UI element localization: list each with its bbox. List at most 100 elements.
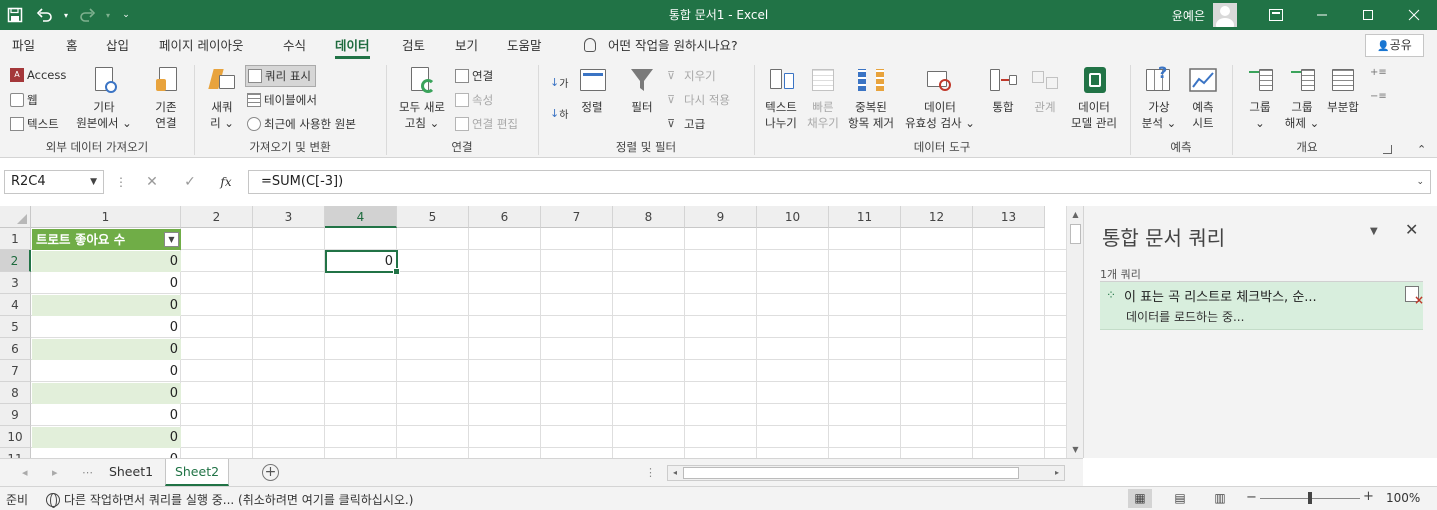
zoom-level[interactable]: 100% (1386, 491, 1420, 505)
sort-button[interactable]: 정렬 (573, 65, 611, 115)
user-name[interactable]: 윤예은 (1172, 7, 1205, 24)
row-header[interactable]: 9 (0, 404, 31, 426)
from-text-button[interactable]: 텍스트 (10, 116, 59, 132)
table-cell[interactable]: 0 (32, 405, 181, 426)
other-sources-button[interactable]: 기타 원본에서 ⌄ (72, 65, 136, 131)
column-header[interactable]: 10 (757, 206, 829, 228)
data-model-button[interactable]: 데이터 모델 관리 (1064, 65, 1124, 131)
formula-input[interactable]: =SUM(C[-3]) ⌄ (248, 170, 1431, 194)
row-header[interactable]: 10 (0, 426, 31, 448)
tab-help[interactable]: 도움말 (507, 30, 542, 61)
forecast-sheet-button[interactable]: 예측 시트 (1184, 65, 1222, 131)
sheet-tab-sheet2[interactable]: Sheet2 (165, 459, 229, 486)
row-header[interactable]: 2 (0, 250, 31, 272)
data-validation-button[interactable]: 데이터 유효성 검사 ⌄ (900, 65, 980, 131)
close-button[interactable] (1391, 0, 1437, 30)
column-header[interactable]: 12 (901, 206, 973, 228)
column-header[interactable]: 1 (31, 206, 181, 228)
properties-button[interactable]: 속성 (455, 92, 493, 108)
group-button[interactable]: 그룹 ⌄ (1240, 65, 1280, 131)
scroll-left-icon[interactable]: ◂ (668, 466, 682, 480)
scroll-down-icon[interactable]: ▼ (1068, 442, 1083, 457)
collapse-ribbon-icon[interactable]: ⌃ (1417, 143, 1426, 156)
reapply-button[interactable]: ⊽ 다시 적용 (667, 92, 730, 108)
background-query-status[interactable]: 다른 작업하면서 쿼리를 실행 중... (취소하려면 여기를 클릭하십시오.) (46, 491, 413, 508)
undo-dropdown-icon[interactable]: ▾ (60, 0, 72, 30)
sort-descending-button[interactable]: ↓ 하 (550, 106, 568, 121)
column-header[interactable]: 9 (685, 206, 757, 228)
remove-duplicates-button[interactable]: 중복된 항목 제거 (843, 65, 899, 131)
active-cell[interactable]: 0 (325, 250, 400, 275)
from-access-button[interactable]: A Access (10, 68, 66, 82)
tab-view[interactable]: 보기 (455, 30, 478, 61)
vertical-scrollbar[interactable]: ▲ ▼ (1066, 206, 1083, 458)
existing-connections-button[interactable]: 기존 연결 (144, 65, 188, 131)
filter-dropdown-icon[interactable]: ▼ (164, 232, 179, 247)
column-header[interactable]: 7 (541, 206, 613, 228)
table-cell[interactable]: 0 (32, 449, 181, 458)
horizontal-scrollbar[interactable]: ◂ ▸ (667, 465, 1065, 481)
row-header[interactable]: 5 (0, 316, 31, 338)
ungroup-button[interactable]: 그룹 해제 ⌄ (1282, 65, 1322, 131)
undo-icon[interactable] (30, 0, 60, 30)
column-header[interactable]: 2 (181, 206, 253, 228)
sheet-tab-sheet1[interactable]: Sheet1 (100, 459, 162, 486)
column-header[interactable]: 3 (253, 206, 325, 228)
cancel-icon[interactable]: ✕ (136, 170, 168, 194)
tab-data[interactable]: 데이터 (335, 30, 370, 61)
cancel-refresh-icon[interactable] (1405, 286, 1424, 307)
table-cell[interactable]: 0 (32, 361, 181, 382)
maximize-button[interactable] (1345, 0, 1391, 30)
row-header[interactable]: 1 (0, 228, 31, 250)
next-sheet-icon[interactable]: ▸ (52, 466, 58, 479)
tab-insert[interactable]: 삽입 (106, 30, 129, 61)
formula-bar-grip-icon[interactable]: ⋮ (115, 175, 127, 189)
filter-button[interactable]: 필터 (622, 65, 662, 115)
tell-me-box[interactable]: 어떤 작업을 원하시나요? (584, 30, 738, 61)
edit-links-button[interactable]: 연결 편집 (455, 116, 518, 132)
avatar[interactable] (1213, 3, 1237, 27)
sort-ascending-button[interactable]: ↓ 가 (550, 75, 568, 90)
what-if-analysis-button[interactable]: ? 가상 분석 ⌄ (1138, 65, 1180, 131)
minimize-button[interactable] (1299, 0, 1345, 30)
normal-view-icon[interactable]: ▦ (1128, 489, 1152, 508)
connections-button[interactable]: 연결 (455, 68, 493, 84)
row-header[interactable]: 4 (0, 294, 31, 316)
column-header[interactable]: 6 (469, 206, 541, 228)
row-header[interactable]: 8 (0, 382, 31, 404)
table-cell[interactable]: 0 (32, 295, 181, 316)
subtotal-button[interactable]: 부분합 (1322, 65, 1364, 115)
table-cell[interactable]: 0 (32, 251, 181, 272)
column-header[interactable]: 11 (829, 206, 901, 228)
relationships-button[interactable]: 관계 (1026, 65, 1064, 115)
scroll-right-icon[interactable]: ▸ (1050, 466, 1064, 480)
advanced-filter-button[interactable]: ⊽ 고급 (667, 116, 705, 132)
table-cell[interactable]: 0 (32, 317, 181, 338)
row-header[interactable]: 7 (0, 360, 31, 382)
column-header[interactable]: 4 (325, 206, 397, 228)
consolidate-button[interactable]: 통합 (984, 65, 1022, 115)
new-query-button[interactable]: 새쿼 리 ⌄ (202, 65, 242, 131)
from-table-button[interactable]: 테이블에서 (247, 92, 317, 108)
column-header[interactable]: 5 (397, 206, 469, 228)
select-all-button[interactable] (0, 206, 31, 228)
table-cell[interactable]: 0 (32, 273, 181, 294)
redo-dropdown-icon[interactable]: ▾ (102, 0, 114, 30)
table-cell[interactable]: 0 (32, 383, 181, 404)
chevron-down-icon[interactable]: ▼ (90, 171, 97, 193)
close-icon[interactable]: ✕ (1405, 220, 1418, 239)
expand-formula-bar-icon[interactable]: ⌄ (1416, 171, 1424, 193)
flash-fill-button[interactable]: 빠른 채우기 (803, 65, 843, 131)
enter-icon[interactable]: ✓ (174, 170, 206, 194)
zoom-out-icon[interactable]: − (1246, 490, 1257, 505)
tab-home[interactable]: 홈 (66, 30, 78, 61)
dialog-launcher-icon[interactable] (1383, 145, 1392, 154)
query-item[interactable]: ⁘ 이 표는 곡 리스트로 체크박스, 순... 데이터를 로드하는 중... (1100, 282, 1424, 330)
prev-sheet-icon[interactable]: ◂ (22, 466, 28, 479)
page-layout-view-icon[interactable]: ▤ (1168, 489, 1192, 508)
scroll-thumb[interactable] (1070, 224, 1081, 244)
column-header[interactable]: 8 (613, 206, 685, 228)
ribbon-display-options-icon[interactable] (1253, 0, 1299, 30)
name-box[interactable]: R2C4 ▼ (4, 170, 104, 194)
save-icon[interactable] (0, 0, 30, 30)
